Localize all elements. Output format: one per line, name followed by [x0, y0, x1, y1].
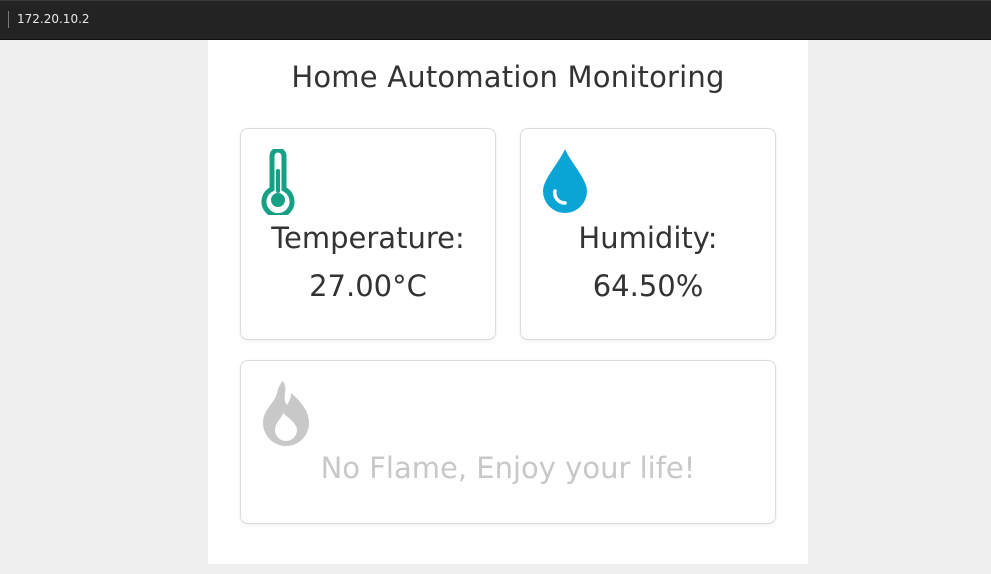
flame-status-text: No Flame, Enjoy your life! — [320, 451, 696, 485]
browser-toolbar: 172.20.10.2 — [0, 0, 991, 40]
flame-icon — [261, 379, 311, 451]
thermometer-icon — [261, 147, 295, 219]
main-panel: Home Automation Monitoring Temperature: … — [208, 40, 808, 564]
flame-card: No Flame, Enjoy your life! — [240, 360, 776, 524]
water-drop-icon — [541, 147, 589, 219]
temperature-label: Temperature: — [271, 221, 465, 255]
address-separator — [8, 11, 9, 28]
temperature-value: 27.00°C — [309, 269, 427, 303]
humidity-value: 64.50% — [592, 269, 704, 303]
humidity-label: Humidity: — [578, 221, 718, 255]
humidity-card: Humidity: 64.50% — [520, 128, 776, 340]
address-bar-text[interactable]: 172.20.10.2 — [17, 12, 90, 26]
temperature-card: Temperature: 27.00°C — [240, 128, 496, 340]
page-title: Home Automation Monitoring — [291, 60, 725, 94]
